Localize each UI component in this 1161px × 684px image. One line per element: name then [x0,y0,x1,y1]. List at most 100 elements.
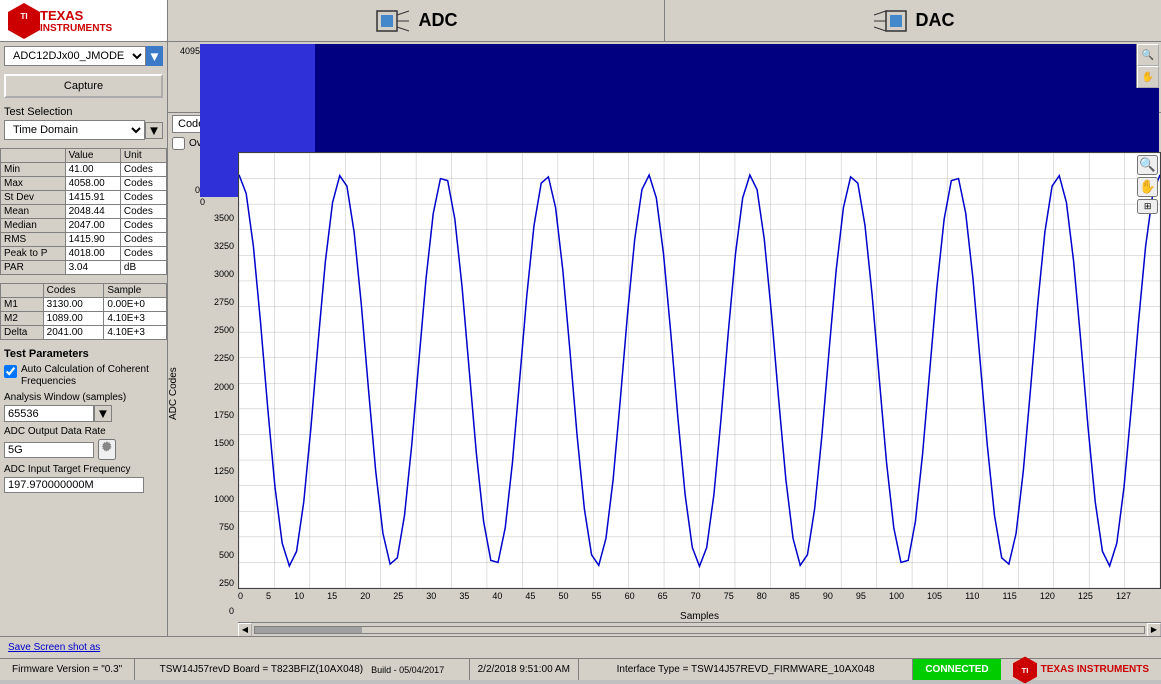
stats-row-unit: Codes [120,177,166,191]
chart-x-axis: 0 5 10 15 20 25 30 35 40 45 50 55 60 65 [238,589,1161,609]
board-section: TSW14J57revD Board = T823BFIZ(10AX048) B… [135,659,469,680]
stats-row-value: 3.04 [65,261,120,275]
ti-brand-texas: TEXAS [40,8,112,23]
chart-pan-btn[interactable]: ✋ [1137,177,1158,197]
chart-y-axis-title: ADC Codes [168,152,179,636]
stats-row-unit: dB [120,261,166,275]
status-bar: Save Screen shot as [0,636,1161,658]
stats-row: PAR3.04dB [1,261,167,275]
stats-col-label [1,149,66,163]
domain-dropdown[interactable]: Time Domain [4,120,145,140]
gear-icon [100,441,114,455]
interface-label: Interface Type = TSW14J57REVD_FIRMWARE_1… [617,664,875,675]
interface-section: Interface Type = TSW14J57REVD_FIRMWARE_1… [579,659,913,680]
scroll-thumb[interactable] [255,627,362,633]
stats-row-label: Max [1,177,66,191]
firmware-section: Firmware Version = "0.3" [0,659,135,680]
chart-zoom-btn[interactable]: 🔍 [1137,155,1158,175]
domain-arrow-btn[interactable]: ▼ [145,122,163,139]
stats-row-value: 2048.44 [65,205,120,219]
stats-row-value: 4058.00 [65,177,120,191]
stats-row-label: Mean [1,205,66,219]
main-waveform-chart: 🔍 ✋ ⊞ [238,152,1161,589]
measurement-row: M13130.000.00E+0 [1,298,167,312]
stats-row: St Dev1415.91Codes [1,191,167,205]
test-parameters-section: Test Parameters Auto Calculation of Cohe… [4,348,163,493]
test-params-title: Test Parameters [4,348,163,360]
auto-calc-checkbox[interactable] [4,365,17,378]
stats-row-value: 1415.91 [65,191,120,205]
domain-select-row: Time Domain ▼ [4,120,163,140]
stats-row: RMS1415.90Codes [1,233,167,247]
stats-row-label: PAR [1,261,66,275]
analysis-window-input[interactable] [4,405,94,422]
ti-logo-bottom: TI TEXAS INSTRUMENTS [1001,656,1161,684]
meas-row-codes: 2041.00 [43,326,104,340]
stats-row-label: Min [1,163,66,177]
save-screen-link[interactable]: Save Screen shot as [0,642,108,653]
overview-toolbar: 🔍 ✋ [1136,44,1159,88]
device-dropdown[interactable]: ADC12DJx00_JMODE [4,46,146,66]
measurement-row: M21089.004.10E+3 [1,312,167,326]
stats-table: Value Unit Min41.00CodesMax4058.00CodesS… [0,148,167,275]
stats-row-unit: Codes [120,247,166,261]
test-selection-label: Test Selection [4,106,163,118]
stats-row: Mean2048.44Codes [1,205,167,219]
adc-icon [375,7,411,35]
meas-col-codes: Codes [43,284,104,298]
ti-logo-bottom-icon: TI [1013,656,1037,684]
stats-col-unit: Unit [120,149,166,163]
stats-row-value: 2047.00 [65,219,120,233]
stats-row: Median2047.00Codes [1,219,167,233]
stats-row: Min41.00Codes [1,163,167,177]
stats-row-label: Median [1,219,66,233]
analysis-window-arrow[interactable]: ▼ [94,405,112,422]
measurement-row: Delta2041.004.10E+3 [1,326,167,340]
scroll-left-btn[interactable]: ◀ [238,623,252,637]
device-arrow-btn[interactable]: ▼ [146,46,163,66]
stats-row: Peak to P4018.00Codes [1,247,167,261]
ti-logo-icon: TI [8,3,40,39]
build-label: Build - 05/04/2017 [371,665,444,675]
overview-y-top: 4095 [170,46,200,56]
overview-zoom-btn[interactable]: 🔍 [1137,44,1159,66]
stats-row-value: 41.00 [65,163,120,177]
adc-tab-label: ADC [419,10,458,31]
device-select-row: ADC12DJx00_JMODE ▼ [4,46,163,66]
adc-input-freq-label: ADC Input Target Frequency [4,464,163,475]
dac-icon [872,7,908,35]
overview-pan-btn[interactable]: ✋ [1137,66,1159,88]
ti-brand-instruments: INSTRUMENTS [40,23,112,34]
chart-fit-btn[interactable]: ⊞ [1137,199,1158,214]
meas-col-label [1,284,44,298]
svg-text:TI: TI [1021,666,1028,675]
meas-row-codes: 1089.00 [43,312,104,326]
gear-icon-btn[interactable] [98,439,116,460]
meas-col-sample: Sample [104,284,167,298]
datetime-section: 2/2/2018 9:51:00 AM [470,659,579,680]
adc-output-rate-input[interactable] [4,442,94,458]
stats-row-value: 4018.00 [65,247,120,261]
adc-output-rate-label: ADC Output Data Rate [4,426,163,437]
chart-scrollbar[interactable]: ◀ ▶ [238,622,1161,636]
adc-tab[interactable]: ADC [168,0,665,41]
dac-tab-label: DAC [916,10,955,31]
board-label: TSW14J57revD Board = T823BFIZ(10AX048) [160,664,364,675]
capture-button[interactable]: Capture [4,74,163,98]
stats-row-label: Peak to P [1,247,66,261]
ti-brand-bottom: TEXAS INSTRUMENTS [1041,664,1149,675]
svg-text:TI: TI [20,12,27,21]
dac-tab[interactable]: DAC [665,0,1161,41]
measurements-table: Codes Sample M13130.000.00E+0M21089.004.… [0,283,167,340]
waveform-svg [239,153,1160,588]
stats-row-unit: Codes [120,163,166,177]
overlay-checkbox[interactable] [172,137,185,150]
meas-row-codes: 3130.00 [43,298,104,312]
stats-row-unit: Codes [120,233,166,247]
stats-row-unit: Codes [120,219,166,233]
analysis-window-label: Analysis Window (samples) [4,392,163,403]
scroll-right-btn[interactable]: ▶ [1147,623,1161,637]
adc-input-freq-input[interactable] [4,477,144,493]
stats-row: Max4058.00Codes [1,177,167,191]
scroll-track[interactable] [254,626,1145,634]
